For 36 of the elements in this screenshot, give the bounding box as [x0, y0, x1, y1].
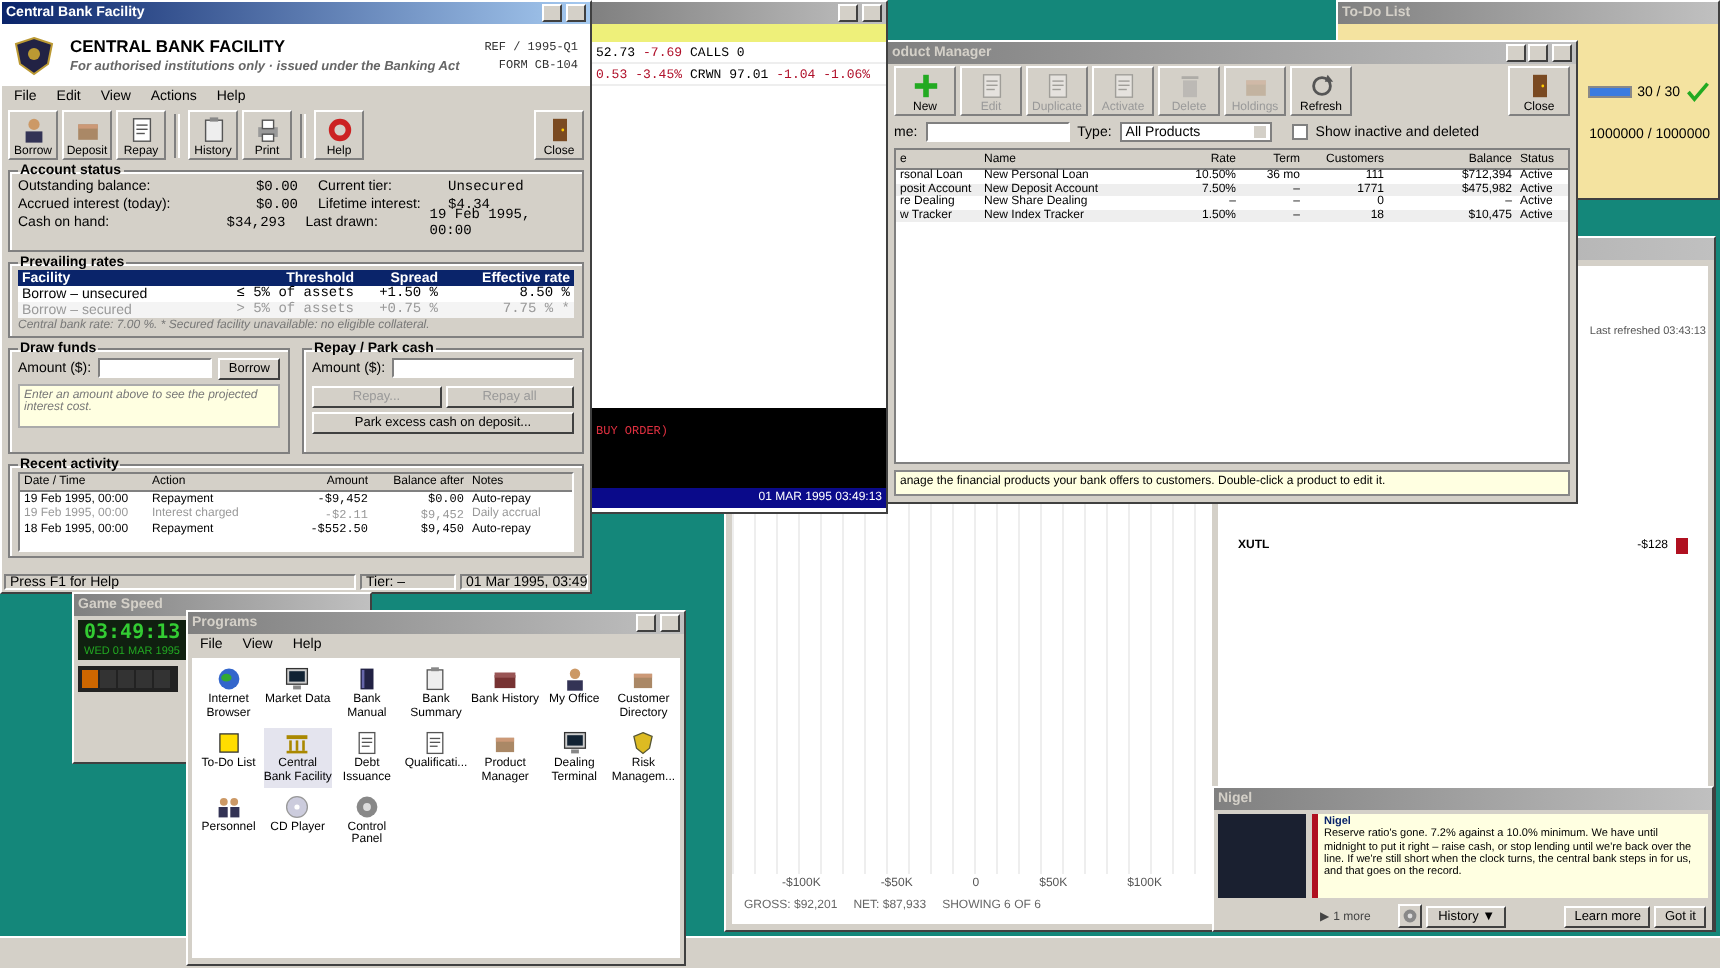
document-icon — [353, 729, 380, 756]
document-icon — [127, 116, 155, 144]
monitor-icon — [561, 729, 588, 756]
gear-icon — [353, 793, 380, 820]
close-button[interactable] — [566, 4, 586, 22]
note-icon — [215, 729, 242, 756]
amount-field[interactable] — [391, 358, 574, 378]
name-filter-field[interactable] — [925, 122, 1070, 142]
shield-icon — [630, 729, 657, 756]
refresh-icon — [1307, 72, 1335, 100]
monitor-icon — [284, 666, 311, 692]
check-icon — [1686, 80, 1710, 104]
clock-time: 03:49:13 — [84, 622, 181, 646]
facility-title: CENTRAL BANK FACILITY — [70, 36, 288, 56]
amount-field[interactable] — [97, 358, 213, 378]
ring-icon — [325, 116, 353, 144]
crest-icon — [14, 33, 54, 77]
document-icon — [977, 72, 1005, 100]
settings-button[interactable] — [1398, 904, 1423, 928]
clipboard-icon — [199, 116, 227, 144]
document-icon — [1043, 72, 1071, 100]
checkbox[interactable] — [1291, 124, 1308, 140]
disc-icon — [284, 793, 311, 820]
help-button[interactable] — [542, 4, 562, 22]
settings-icon — [1402, 908, 1419, 924]
photo-placeholder — [1218, 814, 1306, 898]
building-icon — [284, 729, 311, 756]
document-icon — [1109, 72, 1137, 100]
document-icon — [422, 729, 449, 756]
negative-bar — [1676, 538, 1688, 554]
clipboard-icon — [422, 666, 449, 692]
people-icon — [215, 793, 242, 820]
printer-icon — [253, 116, 281, 144]
plus-icon — [911, 72, 939, 100]
person-icon — [561, 666, 588, 692]
globe-icon — [215, 666, 242, 692]
